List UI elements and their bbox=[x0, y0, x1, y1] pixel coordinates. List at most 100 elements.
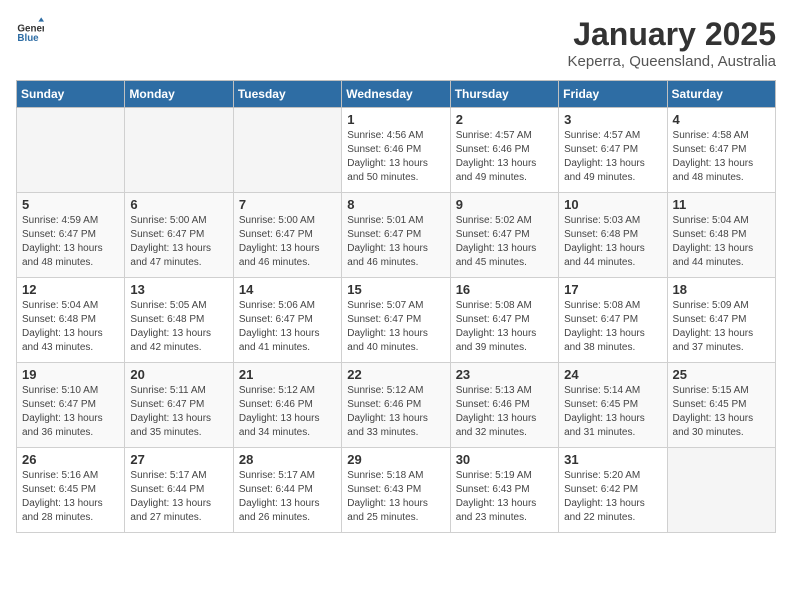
table-row: 19 Sunrise: 5:10 AMSunset: 6:47 PMDayligh… bbox=[17, 363, 125, 448]
day-number: 7 bbox=[239, 197, 336, 212]
table-row bbox=[17, 108, 125, 193]
day-number: 8 bbox=[347, 197, 444, 212]
header: General Blue January 2025 Keperra, Queen… bbox=[16, 16, 776, 70]
calendar-week-row: 26Sunrise: 5:16 AMSunset: 6:45 PMDayligh… bbox=[17, 448, 776, 533]
calendar-week-row: 12 Sunrise: 5:04 AMSunset: 6:48 PMDayligh… bbox=[17, 278, 776, 363]
table-row: 12 Sunrise: 5:04 AMSunset: 6:48 PMDayligh… bbox=[17, 278, 125, 363]
table-row: 31 Sunrise: 5:20 AMSunset: 6:42 PMDayligh… bbox=[559, 448, 667, 533]
cell-info: Sunrise: 4:58 AMSunset: 6:47 PMDaylight:… bbox=[673, 129, 770, 185]
cell-info: Sunrise: 4:57 AMSunset: 6:46 PMDaylight:… bbox=[456, 129, 553, 185]
cell-info: Sunrise: 5:09 AMSunset: 6:47 PMDaylight:… bbox=[673, 299, 770, 355]
calendar-week-row: 19 Sunrise: 5:10 AMSunset: 6:47 PMDayligh… bbox=[17, 363, 776, 448]
cell-info: Sunrise: 4:56 AMSunset: 6:46 PMDaylight:… bbox=[347, 129, 444, 185]
cell-info: Sunrise: 5:11 AMSunset: 6:47 PMDaylight:… bbox=[130, 384, 227, 440]
cell-info: Sunrise: 5:07 AMSunset: 6:47 PMDaylight:… bbox=[347, 299, 444, 355]
cell-info: Sunrise: 5:15 AMSunset: 6:45 PMDaylight:… bbox=[673, 384, 770, 440]
cell-info: Sunrise: 5:17 AMSunset: 6:44 PMDaylight:… bbox=[239, 469, 336, 525]
calendar-title: January 2025 bbox=[568, 16, 776, 53]
day-number: 9 bbox=[456, 197, 553, 212]
table-row: 22Sunrise: 5:12 AMSunset: 6:46 PMDayligh… bbox=[342, 363, 450, 448]
cell-info: Sunrise: 4:59 AMSunset: 6:47 PMDaylight:… bbox=[22, 214, 119, 270]
table-row: 7 Sunrise: 5:00 AMSunset: 6:47 PMDaylight… bbox=[233, 193, 341, 278]
cell-info: Sunrise: 5:17 AMSunset: 6:44 PMDaylight:… bbox=[130, 469, 227, 525]
table-row: 3Sunrise: 4:57 AMSunset: 6:47 PMDaylight… bbox=[559, 108, 667, 193]
col-monday: Monday bbox=[125, 81, 233, 108]
day-number: 28 bbox=[239, 452, 336, 467]
day-number: 18 bbox=[673, 282, 770, 297]
table-row: 24 Sunrise: 5:14 AMSunset: 6:45 PMDayligh… bbox=[559, 363, 667, 448]
day-number: 20 bbox=[130, 367, 227, 382]
day-number: 12 bbox=[22, 282, 119, 297]
calendar-table: Sunday Monday Tuesday Wednesday Thursday… bbox=[16, 80, 776, 533]
table-row: 5Sunrise: 4:59 AMSunset: 6:47 PMDaylight… bbox=[17, 193, 125, 278]
cell-info: Sunrise: 5:13 AMSunset: 6:46 PMDaylight:… bbox=[456, 384, 553, 440]
table-row: 14 Sunrise: 5:06 AMSunset: 6:47 PMDayligh… bbox=[233, 278, 341, 363]
cell-info: Sunrise: 5:06 AMSunset: 6:47 PMDaylight:… bbox=[239, 299, 336, 355]
cell-info: Sunrise: 5:05 AMSunset: 6:48 PMDaylight:… bbox=[130, 299, 227, 355]
table-row: 6 Sunrise: 5:00 AMSunset: 6:47 PMDaylight… bbox=[125, 193, 233, 278]
table-row: 9 Sunrise: 5:02 AMSunset: 6:47 PMDaylight… bbox=[450, 193, 558, 278]
cell-info: Sunrise: 5:18 AMSunset: 6:43 PMDaylight:… bbox=[347, 469, 444, 525]
day-number: 24 bbox=[564, 367, 661, 382]
col-sunday: Sunday bbox=[17, 81, 125, 108]
day-number: 14 bbox=[239, 282, 336, 297]
table-row: 1 Sunrise: 4:56 AMSunset: 6:46 PMDaylight… bbox=[342, 108, 450, 193]
table-row: 26Sunrise: 5:16 AMSunset: 6:45 PMDayligh… bbox=[17, 448, 125, 533]
table-row: 11 Sunrise: 5:04 AMSunset: 6:48 PMDayligh… bbox=[667, 193, 775, 278]
day-number: 17 bbox=[564, 282, 661, 297]
day-number: 4 bbox=[673, 112, 770, 127]
day-number: 27 bbox=[130, 452, 227, 467]
cell-info: Sunrise: 5:02 AMSunset: 6:47 PMDaylight:… bbox=[456, 214, 553, 270]
day-number: 23 bbox=[456, 367, 553, 382]
day-number: 1 bbox=[347, 112, 444, 127]
cell-info: Sunrise: 5:00 AMSunset: 6:47 PMDaylight:… bbox=[239, 214, 336, 270]
cell-info: Sunrise: 5:04 AMSunset: 6:48 PMDaylight:… bbox=[22, 299, 119, 355]
table-row: 23 Sunrise: 5:13 AMSunset: 6:46 PMDayligh… bbox=[450, 363, 558, 448]
table-row: 27 Sunrise: 5:17 AMSunset: 6:44 PMDayligh… bbox=[125, 448, 233, 533]
calendar-week-row: 5Sunrise: 4:59 AMSunset: 6:47 PMDaylight… bbox=[17, 193, 776, 278]
table-row: 2Sunrise: 4:57 AMSunset: 6:46 PMDaylight… bbox=[450, 108, 558, 193]
cell-info: Sunrise: 5:00 AMSunset: 6:47 PMDaylight:… bbox=[130, 214, 227, 270]
table-row: 15 Sunrise: 5:07 AMSunset: 6:47 PMDayligh… bbox=[342, 278, 450, 363]
table-row bbox=[233, 108, 341, 193]
day-number: 13 bbox=[130, 282, 227, 297]
table-row: 13 Sunrise: 5:05 AMSunset: 6:48 PMDayligh… bbox=[125, 278, 233, 363]
cell-info: Sunrise: 5:20 AMSunset: 6:42 PMDaylight:… bbox=[564, 469, 661, 525]
calendar-week-row: 1 Sunrise: 4:56 AMSunset: 6:46 PMDaylight… bbox=[17, 108, 776, 193]
day-number: 31 bbox=[564, 452, 661, 467]
title-area: January 2025 Keperra, Queensland, Austra… bbox=[568, 16, 776, 70]
day-number: 15 bbox=[347, 282, 444, 297]
day-number: 19 bbox=[22, 367, 119, 382]
col-friday: Friday bbox=[559, 81, 667, 108]
table-row: 16 Sunrise: 5:08 AMSunset: 6:47 PMDayligh… bbox=[450, 278, 558, 363]
table-row: 29Sunrise: 5:18 AMSunset: 6:43 PMDayligh… bbox=[342, 448, 450, 533]
day-number: 26 bbox=[22, 452, 119, 467]
col-thursday: Thursday bbox=[450, 81, 558, 108]
table-row bbox=[125, 108, 233, 193]
cell-info: Sunrise: 5:14 AMSunset: 6:45 PMDaylight:… bbox=[564, 384, 661, 440]
table-row: 4 Sunrise: 4:58 AMSunset: 6:47 PMDaylight… bbox=[667, 108, 775, 193]
cell-info: Sunrise: 5:10 AMSunset: 6:47 PMDaylight:… bbox=[22, 384, 119, 440]
col-saturday: Saturday bbox=[667, 81, 775, 108]
day-number: 11 bbox=[673, 197, 770, 212]
col-wednesday: Wednesday bbox=[342, 81, 450, 108]
cell-info: Sunrise: 4:57 AMSunset: 6:47 PMDaylight:… bbox=[564, 129, 661, 185]
calendar-subtitle: Keperra, Queensland, Australia bbox=[568, 53, 776, 70]
table-row: 21Sunrise: 5:12 AMSunset: 6:46 PMDayligh… bbox=[233, 363, 341, 448]
table-row: 10 Sunrise: 5:03 AMSunset: 6:48 PMDayligh… bbox=[559, 193, 667, 278]
cell-info: Sunrise: 5:03 AMSunset: 6:48 PMDaylight:… bbox=[564, 214, 661, 270]
table-row: 25Sunrise: 5:15 AMSunset: 6:45 PMDayligh… bbox=[667, 363, 775, 448]
cell-info: Sunrise: 5:04 AMSunset: 6:48 PMDaylight:… bbox=[673, 214, 770, 270]
day-number: 30 bbox=[456, 452, 553, 467]
table-row: 8Sunrise: 5:01 AMSunset: 6:47 PMDaylight… bbox=[342, 193, 450, 278]
day-number: 10 bbox=[564, 197, 661, 212]
day-number: 21 bbox=[239, 367, 336, 382]
cell-info: Sunrise: 5:08 AMSunset: 6:47 PMDaylight:… bbox=[564, 299, 661, 355]
day-number: 6 bbox=[130, 197, 227, 212]
table-row: 20 Sunrise: 5:11 AMSunset: 6:47 PMDayligh… bbox=[125, 363, 233, 448]
day-number: 16 bbox=[456, 282, 553, 297]
table-row bbox=[667, 448, 775, 533]
cell-info: Sunrise: 5:19 AMSunset: 6:43 PMDaylight:… bbox=[456, 469, 553, 525]
cell-info: Sunrise: 5:08 AMSunset: 6:47 PMDaylight:… bbox=[456, 299, 553, 355]
table-row: 28 Sunrise: 5:17 AMSunset: 6:44 PMDayligh… bbox=[233, 448, 341, 533]
